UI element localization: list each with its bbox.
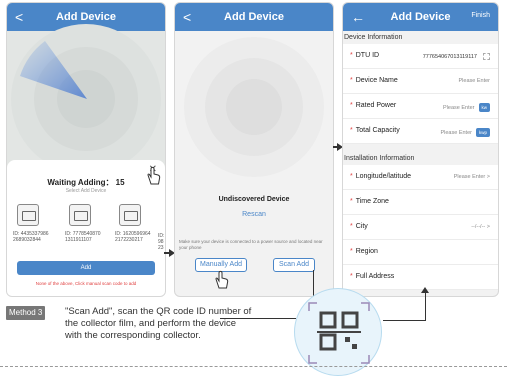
radar-sweep-icon	[20, 41, 87, 99]
dtu-id-value: 777654067013119117	[422, 53, 477, 60]
add-button[interactable]: Add	[17, 261, 155, 275]
manual-scan-hint[interactable]: None of the above, Click manual scan cod…	[7, 281, 165, 286]
city-label: City	[355, 223, 368, 230]
phone-screen-undiscovered: < Add Device Undiscovered Device Rescan …	[174, 2, 334, 297]
method-badge: Method 3	[6, 306, 46, 320]
device-name-row[interactable]: * Device Name Please Enter	[343, 69, 498, 94]
qr-scan-bubble	[294, 288, 382, 376]
waiting-count: Waiting Adding： 15	[47, 178, 125, 187]
page-title: Add Device	[224, 11, 284, 23]
tap-hand-icon	[147, 166, 161, 185]
rated-power-label: Rated Power	[355, 102, 397, 109]
tap-hand-icon	[215, 270, 229, 289]
method-description: "Scan Add", scan the QR code ID number o…	[65, 306, 252, 341]
collector-icon	[119, 204, 141, 226]
total-capacity-row[interactable]: * Total Capacity Please Enter kwp	[343, 119, 498, 144]
device-id: 1620596964 2172230217	[115, 231, 151, 243]
device-card[interactable]: ID: 4435337986 2689032844	[13, 204, 53, 243]
connector-line	[425, 292, 426, 320]
city-row[interactable]: * City --/--/-- >	[343, 215, 498, 240]
device-card[interactable]: ID: 7778540870 1311911107	[65, 204, 105, 243]
dtu-id-label: DTU ID	[355, 52, 380, 59]
finish-button[interactable]: Finish	[471, 12, 490, 19]
device-id: 4435337986 2689032844	[13, 231, 49, 243]
total-capacity-label: Total Capacity	[355, 127, 400, 134]
scan-icon[interactable]	[483, 53, 490, 60]
chevron-right-icon: >	[486, 174, 490, 180]
phone-screen-device-form: ← Add Device Finish Device Information *…	[342, 2, 499, 297]
region-label: Region	[355, 248, 378, 255]
collector-icon	[69, 204, 91, 226]
phone-screen-waiting: < Add Device ✕ Waiting Adding： 15 Select…	[6, 2, 166, 297]
divider	[0, 366, 507, 367]
nav-bar: ← Add Device Finish	[343, 3, 498, 31]
nav-bar: < Add Device	[175, 3, 333, 31]
longlat-label: Longitude/latitude	[355, 173, 412, 180]
device-card[interactable]: ID: 1620596964 2172230217	[115, 204, 155, 243]
flow-arrow-head	[421, 287, 429, 293]
longitude-latitude-row[interactable]: * Longitude/latitude Please Enter >	[343, 165, 498, 190]
page-title: Add Device	[56, 11, 116, 23]
waiting-sheet: ✕ Waiting Adding： 15 Select Add Device I…	[7, 160, 165, 296]
city-value: --/--/--	[471, 224, 486, 230]
scan-add-button[interactable]: Scan Add	[273, 258, 315, 272]
rated-power-row[interactable]: * Rated Power Please Enter kw	[343, 94, 498, 119]
sheet-subtitle: Select Add Device	[65, 188, 107, 194]
collector-icon	[17, 204, 39, 226]
region-row[interactable]: * Region	[343, 240, 498, 265]
section-installation-info: Installation Information	[343, 152, 498, 165]
device-name-label: Device Name	[355, 77, 398, 84]
time-zone-label: Time Zone	[355, 198, 389, 205]
connection-tip: Make sure your device is connected to a …	[179, 239, 323, 250]
full-address-label: Full Address	[355, 273, 395, 280]
dtu-id-row[interactable]: * DTU ID 777654067013119117	[343, 44, 498, 69]
device-id: 7778540870 1311911107	[65, 231, 101, 243]
device-name-input[interactable]: Please Enter	[459, 78, 491, 84]
longlat-input: Please Enter	[453, 174, 486, 180]
unit-badge[interactable]: kw	[478, 103, 490, 112]
qr-code-icon	[308, 302, 370, 364]
section-device-info: Device Information	[343, 31, 498, 44]
pointer-line	[220, 318, 296, 319]
radar-ring-inner	[226, 79, 282, 135]
total-capacity-input[interactable]: Please Enter	[440, 130, 472, 136]
undiscovered-title: Undiscovered Device	[218, 196, 290, 203]
time-zone-row[interactable]: * Time Zone	[343, 190, 498, 215]
device-id: 98 23	[158, 239, 164, 251]
rated-power-input[interactable]: Please Enter	[443, 105, 475, 111]
device-card[interactable]: ID: 98 23	[158, 204, 165, 251]
chevron-right-icon: >	[486, 224, 490, 230]
rescan-link[interactable]: Rescan	[175, 211, 333, 218]
connector-line	[383, 320, 426, 321]
unit-badge[interactable]: kwp	[475, 128, 490, 137]
